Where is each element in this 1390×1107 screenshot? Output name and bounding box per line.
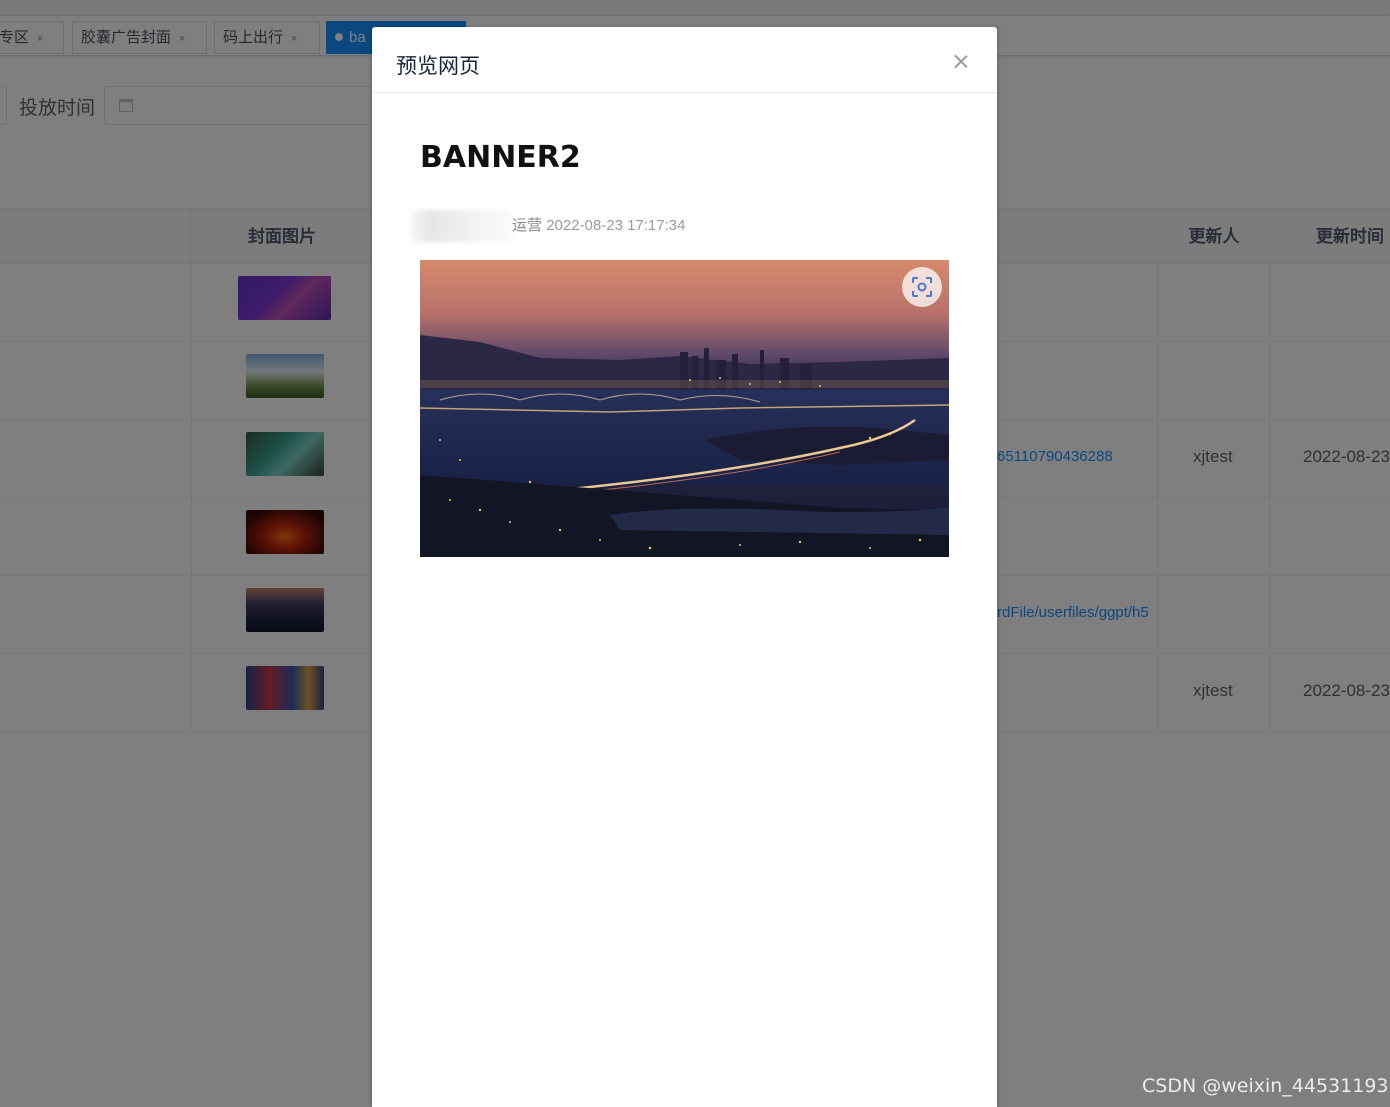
banner-image	[420, 260, 949, 557]
close-icon[interactable]	[950, 51, 972, 73]
article-org: 运营	[512, 217, 543, 234]
article-timestamp: 2022-08-23 17:17:34	[546, 217, 686, 234]
preview-dialog: 预览网页 BANNER2 运营 2022-08-23 17:17:34	[372, 27, 997, 1107]
scan-button[interactable]	[902, 267, 942, 307]
night-city-image	[420, 260, 949, 557]
dialog-header: 预览网页	[372, 27, 997, 93]
watermark: CSDN @weixin_44531193	[1142, 1075, 1389, 1097]
dialog-title: 预览网页	[396, 55, 480, 78]
scan-icon	[912, 277, 932, 297]
article-title: BANNER2	[420, 140, 581, 175]
blurred-author	[410, 210, 514, 242]
article-meta: 运营 2022-08-23 17:17:34	[512, 214, 685, 235]
